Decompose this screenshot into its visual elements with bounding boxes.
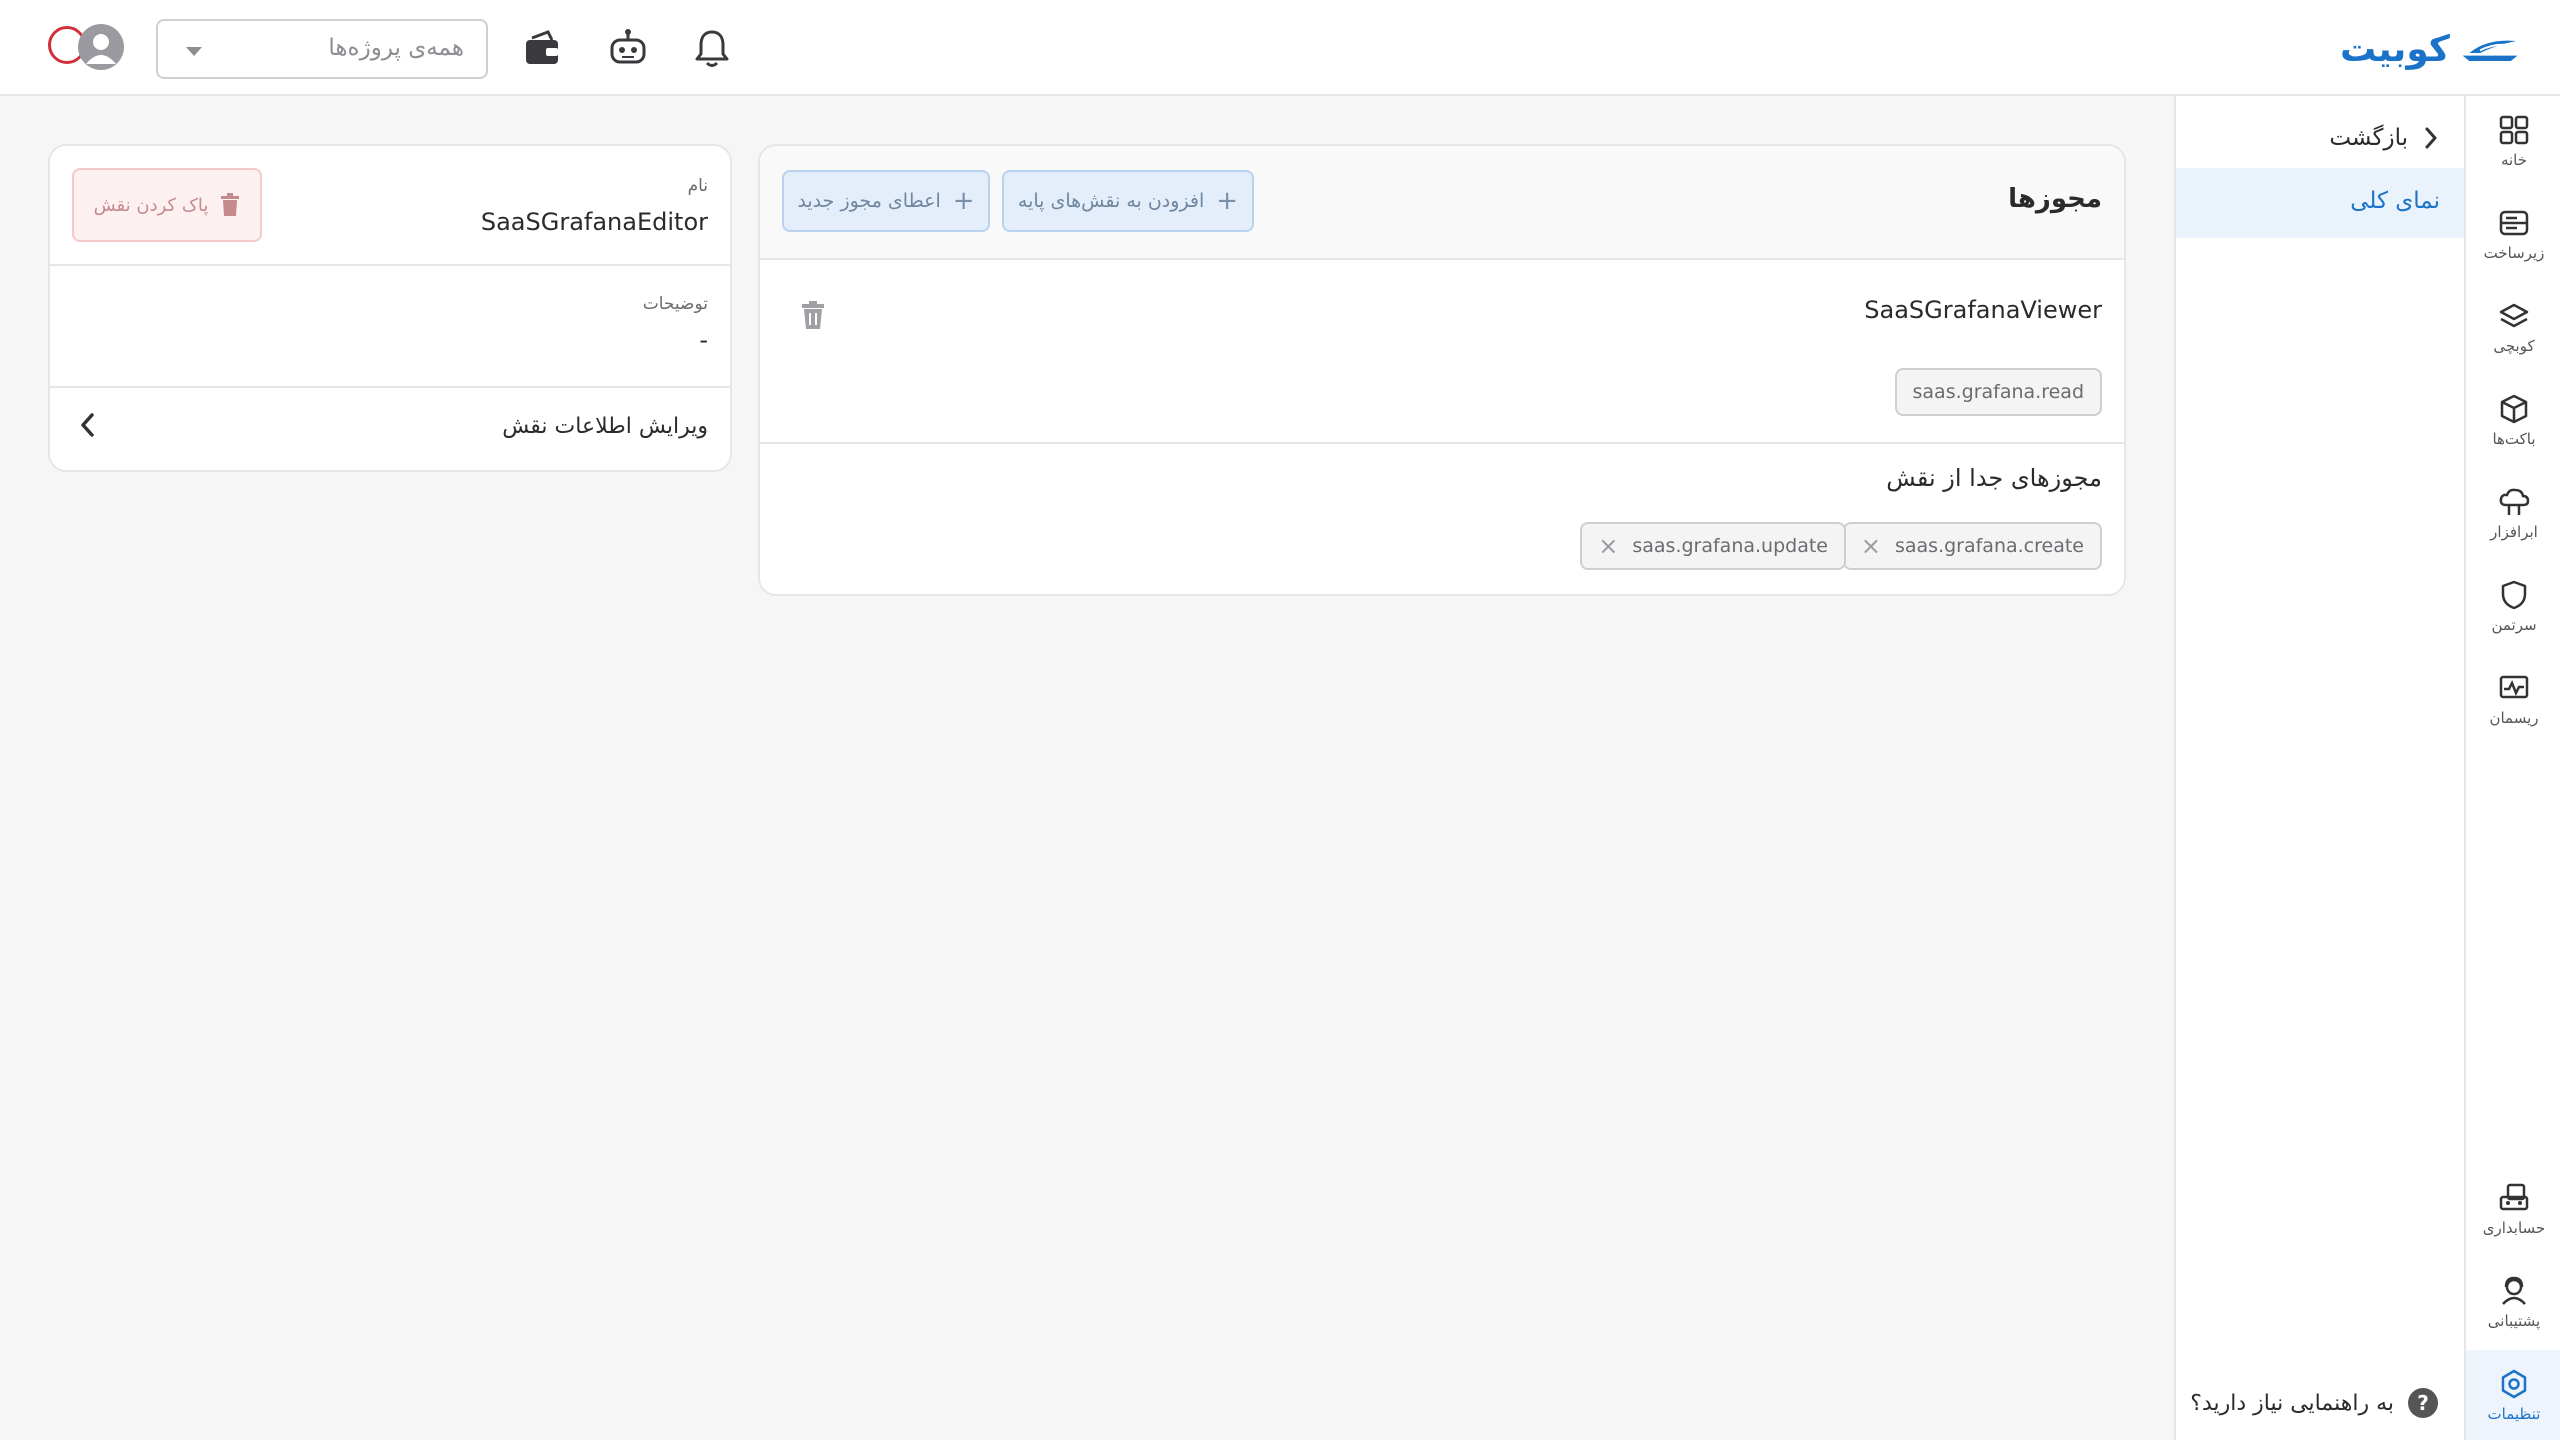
rail-item-risman[interactable]: ریسمان <box>2466 654 2560 746</box>
project-select[interactable]: همه‌ی پروژه‌ها <box>156 19 488 79</box>
role-name-section: نام SaaSGrafanaEditor پاک کردن نقش <box>50 146 730 266</box>
robot-icon[interactable] <box>606 26 650 70</box>
permissions-header: مجوزها + افزودن به نقش‌های پایه + اعطای … <box>760 146 2124 260</box>
boat-logo-icon <box>2462 40 2518 62</box>
edit-role-info-row[interactable]: ویرایش اطلاعات نقش <box>50 388 730 470</box>
plus-icon: + <box>1216 186 1239 216</box>
rail-item-buckets[interactable]: باکت‌ها <box>2466 375 2560 467</box>
logo[interactable]: کوبیت <box>2340 24 2520 74</box>
permission-chip-removable: × saas.grafana.create <box>1842 522 2102 570</box>
close-icon[interactable]: × <box>1598 534 1618 558</box>
rail-item-support[interactable]: پشتیبانی <box>2466 1257 2560 1349</box>
logo-text: کوبیت <box>2340 28 2450 70</box>
rail-label: ابرافزار <box>2490 523 2538 541</box>
shield-icon <box>2501 580 2527 610</box>
description-value: - <box>699 326 708 354</box>
help-icon: ? <box>2408 1388 2438 1418</box>
project-select-placeholder: همه‌ی پروژه‌ها <box>328 35 464 61</box>
detached-permissions-title: مجوزهای جدا از نقش <box>1886 464 2102 492</box>
edit-role-info-label: ویرایش اطلاعات نقش <box>502 414 708 439</box>
settings-icon <box>2501 1369 2527 1399</box>
settings-subnav: بازگشت نمای کلی ? به راهنمایی نیاز دارید… <box>2174 96 2464 1440</box>
grant-new-permission-label: اعطای مجوز جدید <box>797 190 941 212</box>
name-label: نام <box>687 176 708 196</box>
bell-icon[interactable] <box>690 26 734 70</box>
description-label: توضیحات <box>642 294 708 314</box>
close-icon[interactable]: × <box>1861 534 1881 558</box>
description-section: توضیحات - <box>50 266 730 388</box>
rail-label: پشتیبانی <box>2487 1312 2541 1330</box>
wallet-icon[interactable] <box>520 26 564 70</box>
rail-label: خانه <box>2500 151 2528 169</box>
monitor-icon <box>2499 675 2529 699</box>
help-link[interactable]: ? به راهنمایی نیاز دارید؟ <box>2190 1388 2438 1418</box>
permission-chip-removable: × saas.grafana.update <box>1580 522 1846 570</box>
permission-chip-label: saas.grafana.create <box>1894 535 2084 557</box>
rail-item-sartaman[interactable]: سرتمن <box>2466 561 2560 653</box>
billing-icon <box>2499 1183 2529 1211</box>
add-to-base-roles-button[interactable]: + افزودن به نقش‌های پایه <box>1002 170 1254 232</box>
layers-icon <box>2499 303 2529 328</box>
grid-icon <box>2499 115 2529 145</box>
top-bar: کوبیت همه‌ی پروژه‌ها <box>0 0 2560 96</box>
rail-item-infrastructure[interactable]: زیرساخت <box>2466 189 2560 281</box>
rail-label: سرتمن <box>2491 616 2537 634</box>
rail-label: حسابداری <box>2482 1219 2546 1237</box>
rail-item-settings[interactable]: تنظیمات <box>2466 1350 2560 1440</box>
role-info-card: نام SaaSGrafanaEditor پاک کردن نقش توضیح… <box>48 144 732 472</box>
rail-label: زیرساخت <box>2483 244 2545 262</box>
plus-icon: + <box>952 186 975 216</box>
rail-item-cloud-app[interactable]: ابرافزار <box>2466 468 2560 560</box>
rail-label: تنظیمات <box>2487 1405 2541 1423</box>
server-icon <box>2499 210 2529 236</box>
avatar[interactable] <box>78 24 124 70</box>
chevron-right-icon <box>2425 127 2437 149</box>
back-link[interactable]: بازگشت <box>2329 116 2440 160</box>
overview-label: نمای کلی <box>2350 188 2440 214</box>
add-to-base-roles-label: افزودن به نقش‌های پایه <box>1017 190 1205 212</box>
cloud-app-icon <box>2499 488 2530 515</box>
trash-icon[interactable] <box>800 300 826 334</box>
main-nav-rail: خانه زیرساخت کوبچی باکت‌ها ابرافزار سرتم… <box>2464 96 2560 1440</box>
permission-chip-label: saas.grafana.update <box>1632 535 1828 557</box>
chevron-down-icon <box>186 47 202 56</box>
grant-new-permission-button[interactable]: + اعطای مجوز جدید <box>782 170 990 232</box>
rail-item-kubchi[interactable]: کوبچی <box>2466 282 2560 374</box>
permission-chip-label: saas.grafana.read <box>1912 381 2084 403</box>
help-label: به راهنمایی نیاز دارید؟ <box>2190 1390 2394 1416</box>
permission-chip: saas.grafana.read <box>1894 368 2102 416</box>
delete-role-label: پاک کردن نقش <box>93 194 209 216</box>
rail-label: کوبچی <box>2493 337 2535 355</box>
rail-label: باکت‌ها <box>2492 430 2536 448</box>
support-icon <box>2502 1276 2526 1305</box>
rail-item-billing[interactable]: حسابداری <box>2466 1164 2560 1256</box>
role-name-value: SaaSGrafanaEditor <box>480 208 708 236</box>
permissions-card: مجوزها + افزودن به نقش‌های پایه + اعطای … <box>758 144 2126 596</box>
delete-role-button[interactable]: پاک کردن نقش <box>72 168 262 242</box>
permissions-title: مجوزها <box>2008 184 2102 214</box>
back-label: بازگشت <box>2329 125 2408 151</box>
rail-label: ریسمان <box>2489 709 2539 727</box>
subnav-item-overview[interactable]: نمای کلی <box>2176 168 2464 238</box>
base-role-row: SaaSGrafanaViewer saas.grafana.read <box>760 260 2124 444</box>
rail-item-home[interactable]: خانه <box>2466 96 2560 188</box>
base-role-name: SaaSGrafanaViewer <box>1864 296 2102 324</box>
trash-icon <box>221 193 240 216</box>
chevron-left-icon <box>81 413 94 437</box>
box-icon <box>2500 394 2528 424</box>
